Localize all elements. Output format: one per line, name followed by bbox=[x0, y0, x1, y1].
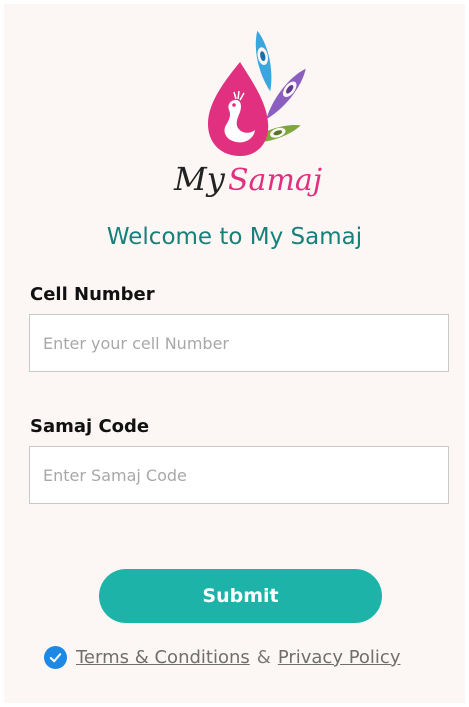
samaj-code-label: Samaj Code bbox=[30, 416, 150, 437]
terms-row: Terms & Conditions & Privacy Policy bbox=[44, 644, 400, 670]
peacock-logo-icon: My Samaj bbox=[173, 30, 322, 198]
cell-number-label: Cell Number bbox=[30, 284, 155, 305]
check-circle-icon[interactable] bbox=[44, 645, 67, 669]
login-screen: My Samaj Welcome to My Samaj Cell Number… bbox=[4, 4, 465, 703]
logo-text-my: My bbox=[173, 160, 226, 198]
cell-number-input[interactable] bbox=[29, 314, 449, 372]
app-logo: My Samaj bbox=[164, 22, 324, 202]
terms-link[interactable]: Terms & Conditions bbox=[76, 647, 250, 668]
privacy-policy-link[interactable]: Privacy Policy bbox=[278, 647, 401, 668]
logo-text-samaj: Samaj bbox=[228, 163, 322, 198]
samaj-code-input[interactable] bbox=[29, 446, 449, 504]
welcome-heading: Welcome to My Samaj bbox=[106, 224, 363, 250]
submit-button[interactable]: Submit bbox=[99, 569, 382, 623]
terms-separator: & bbox=[256, 646, 271, 668]
